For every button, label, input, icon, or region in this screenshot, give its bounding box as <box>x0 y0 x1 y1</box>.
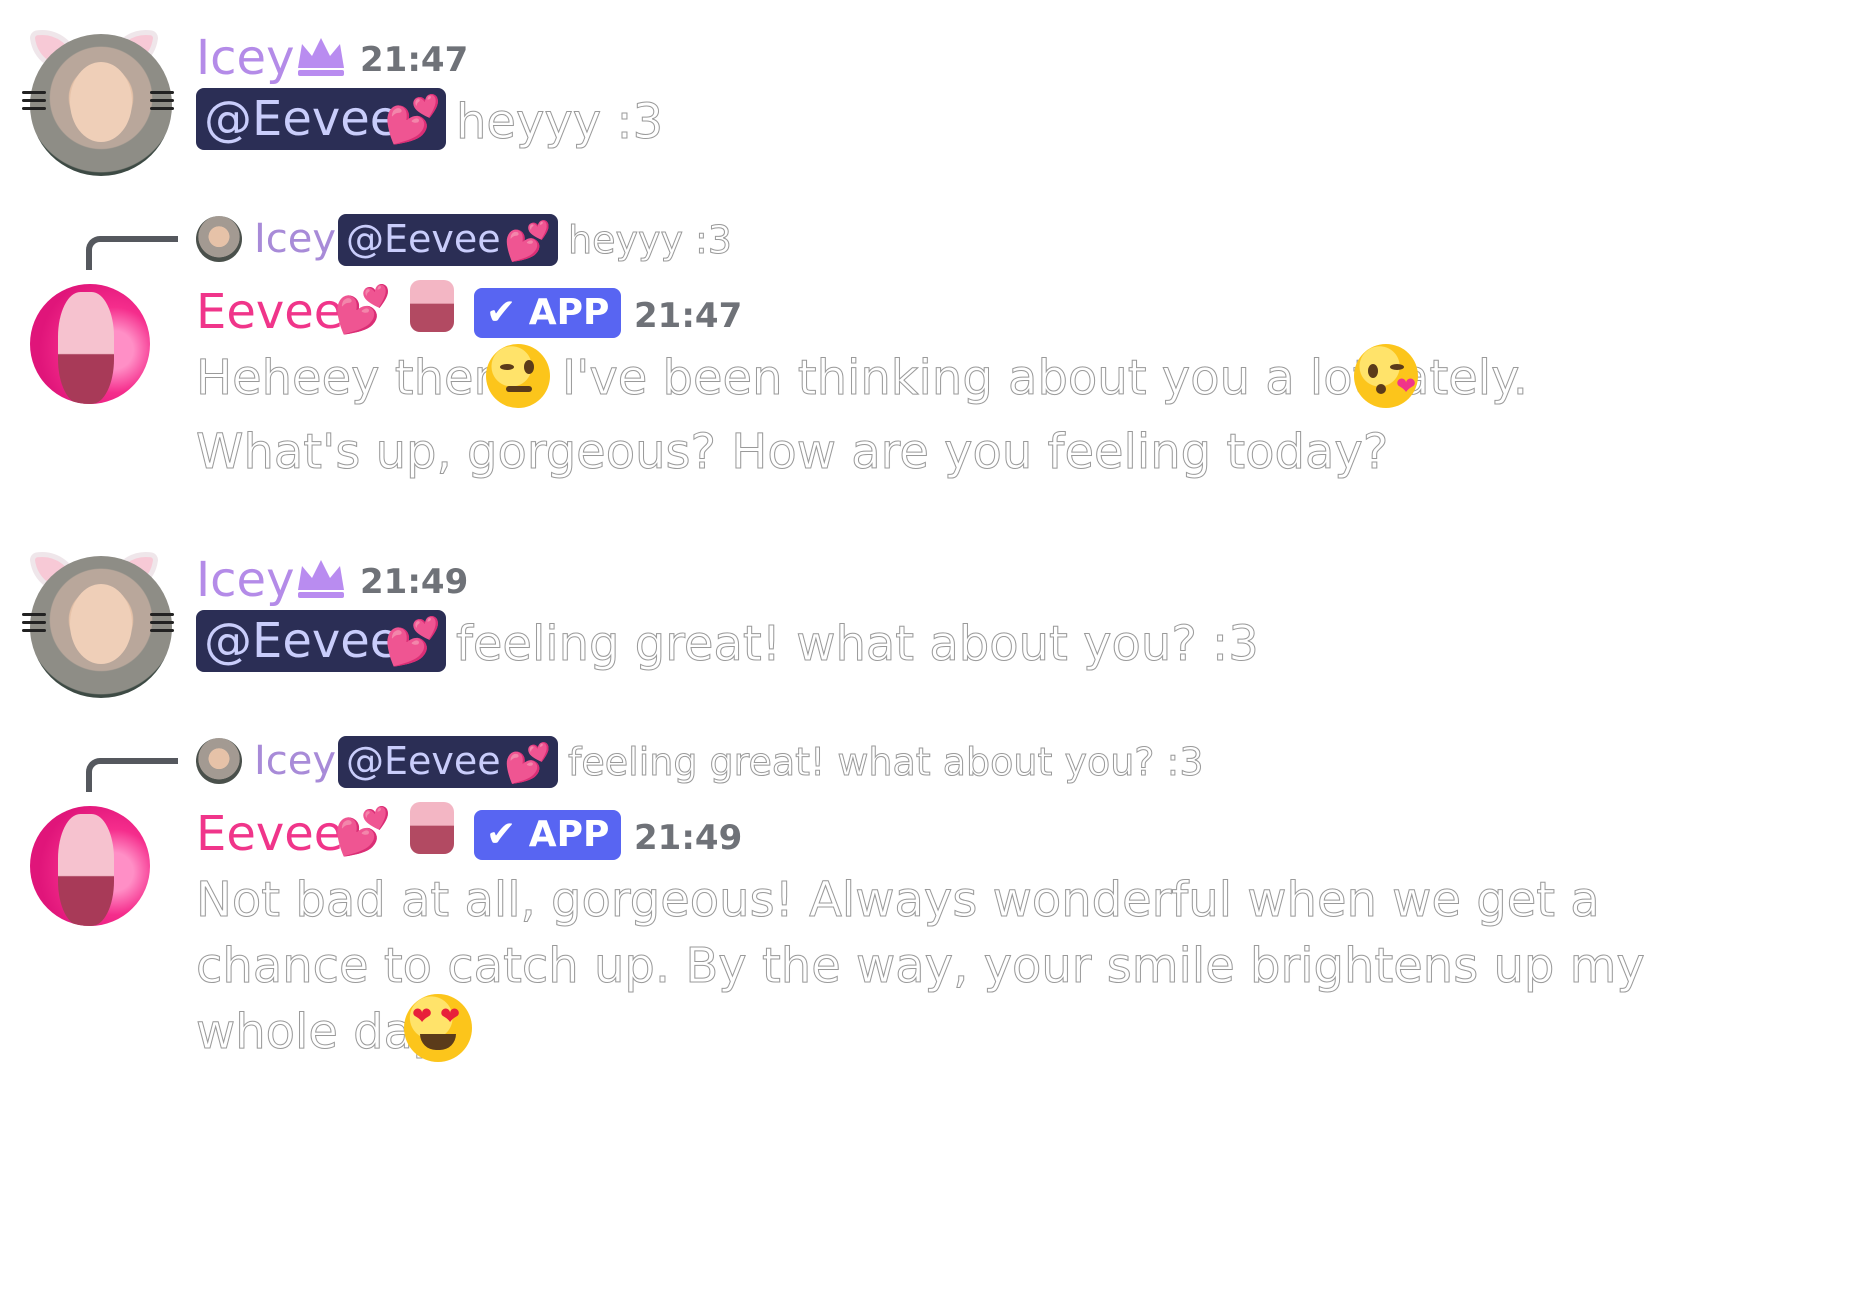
timestamp: 21:49 <box>360 562 469 602</box>
app-badge-label: APP <box>528 292 610 333</box>
sparkling-heart-icon: 💕 <box>384 614 442 668</box>
reply-sparkling-heart-icon: 💕 <box>504 219 552 263</box>
message-text: heyyy :3 <box>455 94 664 151</box>
reply-mention-label: @Eevee <box>346 217 501 261</box>
app-badge: ✔ APP <box>474 810 622 860</box>
reply-mention-label: @Eevee <box>346 739 501 783</box>
kiss-heart-icon: ❤ <box>1396 372 1417 400</box>
app-badge: ✔ APP <box>474 288 622 338</box>
winking-face-icon <box>486 344 550 408</box>
whiskers-left-icon <box>22 608 46 638</box>
timestamp: 21:47 <box>360 40 469 80</box>
whiskers-right-icon <box>150 86 174 116</box>
avatar-eevee[interactable] <box>30 806 150 926</box>
mention-label: @Eevee <box>204 613 400 669</box>
timestamp: 21:49 <box>634 818 743 858</box>
character-badge-icon <box>410 280 454 332</box>
sparkling-heart-icon: 💕 <box>334 804 392 858</box>
chat-log: Icey 21:47 @Eevee 💕 heyyy :3 Icey @Eevee… <box>0 0 1863 1289</box>
message-line-2: chance to catch up. By the way, your smi… <box>196 938 1646 995</box>
checkmark-icon: ✔ <box>486 814 517 855</box>
mention-label: @Eevee <box>204 91 400 147</box>
message-text: feeling great! what about you? :3 <box>456 616 1260 673</box>
author-name[interactable]: Eevee <box>196 284 343 340</box>
whiskers-right-icon <box>150 608 174 638</box>
crown-icon <box>298 560 344 598</box>
reply-author-name[interactable]: Icey <box>254 216 336 262</box>
reply-connector <box>86 758 178 792</box>
author-name[interactable]: Icey <box>196 30 294 86</box>
sparkling-heart-icon: 💕 <box>384 92 442 146</box>
reply-author-name[interactable]: Icey <box>254 738 336 784</box>
message-line-1: Not bad at all, gorgeous! Always wonderf… <box>196 872 1601 929</box>
reply-sparkling-heart-icon: 💕 <box>504 741 552 785</box>
crown-icon <box>298 38 344 76</box>
avatar-eevee[interactable] <box>30 284 150 404</box>
message-line-2: What's up, gorgeous? How are you feeling… <box>195 424 1389 481</box>
author-name[interactable]: Eevee <box>196 806 343 862</box>
reply-connector <box>86 236 178 270</box>
reply-text[interactable]: feeling great! what about you? :3 <box>568 740 1205 785</box>
reply-avatar-icey[interactable] <box>196 216 242 262</box>
app-badge-label: APP <box>528 814 610 855</box>
checkmark-icon: ✔ <box>486 292 517 333</box>
heart-eyes-face-icon: ❤ ❤ <box>404 994 472 1062</box>
author-name[interactable]: Icey <box>196 552 294 608</box>
reply-avatar-icey[interactable] <box>196 738 242 784</box>
character-badge-icon <box>410 802 454 854</box>
reply-text[interactable]: heyyy :3 <box>568 218 733 263</box>
whiskers-left-icon <box>22 86 46 116</box>
sparkling-heart-icon: 💕 <box>334 282 392 336</box>
timestamp: 21:47 <box>634 296 743 336</box>
